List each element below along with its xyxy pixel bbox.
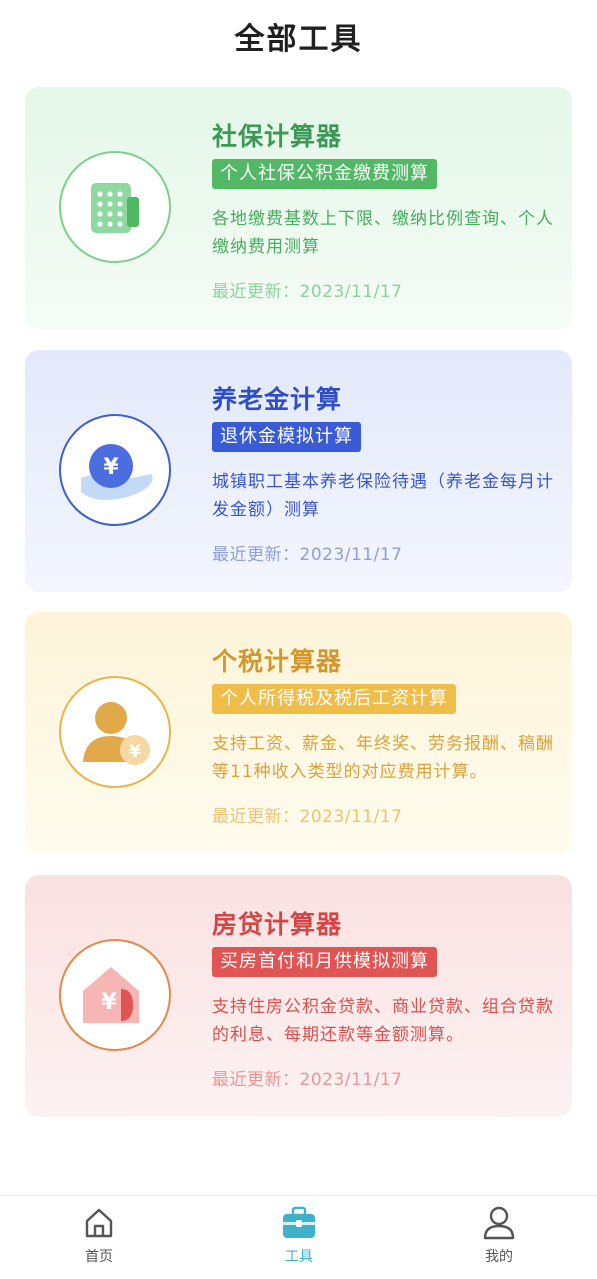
- card-tag: 个人所得税及税后工资计算: [212, 684, 456, 714]
- card-updated-date: 最近更新：2023/11/17: [212, 1070, 403, 1090]
- card-title: 社保计算器: [212, 122, 343, 151]
- person-yuan-icon: ¥: [59, 676, 171, 788]
- card-tag: 个人社保公积金缴费测算: [212, 159, 437, 189]
- card-updated-date: 最近更新：2023/11/17: [212, 807, 403, 827]
- tools-page: 全部工具 社保计算器 个人社保公积金缴费测算 各地缴费基数上下限、缴纳比例查询、…: [0, 0, 597, 1279]
- yuan-glyph: ¥: [101, 990, 117, 1015]
- yuan-glyph: ¥: [129, 742, 141, 762]
- user-icon: [483, 1206, 515, 1240]
- tab-tools[interactable]: 工具: [239, 1204, 359, 1274]
- tab-tools-label: 工具: [285, 1249, 313, 1265]
- card-description: 支持工资、薪金、年终奖、劳务报酬、稿酬等11种收入类型的对应费用计算。: [212, 734, 554, 782]
- tab-home[interactable]: 首页: [39, 1204, 159, 1274]
- card-tag: 买房首付和月供模拟测算: [212, 947, 437, 977]
- tool-card-income-tax[interactable]: ¥ 个税计算器 个人所得税及税后工资计算 支持工资、薪金、年终奖、劳务报酬、稿酬…: [25, 612, 572, 854]
- card-title: 养老金计算: [212, 385, 343, 414]
- tab-mine-label: 我的: [485, 1249, 513, 1265]
- yuan-glyph: ¥: [103, 455, 119, 480]
- card-title: 个税计算器: [212, 647, 343, 676]
- tab-mine[interactable]: 我的: [439, 1204, 559, 1274]
- calculator-icon: [59, 151, 171, 263]
- card-description: 各地缴费基数上下限、缴纳比例查询、个人缴纳费用测算: [212, 209, 554, 257]
- card-updated-date: 最近更新：2023/11/17: [212, 282, 403, 302]
- card-updated-date: 最近更新：2023/11/17: [212, 545, 403, 565]
- bottom-tab-bar: 首页 工具 我的: [0, 1195, 597, 1279]
- tool-card-mortgage[interactable]: ¥ 房贷计算器 买房首付和月供模拟测算 支持住房公积金贷款、商业贷款、组合贷款的…: [25, 875, 572, 1117]
- card-description: 城镇职工基本养老保险待遇（养老金每月计发金额）测算: [212, 472, 554, 520]
- tool-card-pension[interactable]: ¥ 养老金计算 退休金模拟计算 城镇职工基本养老保险待遇（养老金每月计发金额）测…: [25, 350, 572, 592]
- page-title: 全部工具: [234, 22, 363, 57]
- yuan-coin-hand-icon: ¥: [59, 414, 171, 526]
- tool-card-social-security[interactable]: 社保计算器 个人社保公积金缴费测算 各地缴费基数上下限、缴纳比例查询、个人缴纳费…: [25, 87, 572, 329]
- toolbox-icon: [283, 1206, 315, 1238]
- card-description: 支持住房公积金贷款、商业贷款、组合贷款的利息、每期还款等金额测算。: [212, 997, 554, 1045]
- home-icon: [85, 1208, 113, 1238]
- card-tag: 退休金模拟计算: [212, 422, 361, 452]
- tab-home-label: 首页: [85, 1249, 113, 1265]
- house-yuan-icon: ¥: [59, 939, 171, 1051]
- card-title: 房贷计算器: [212, 910, 343, 939]
